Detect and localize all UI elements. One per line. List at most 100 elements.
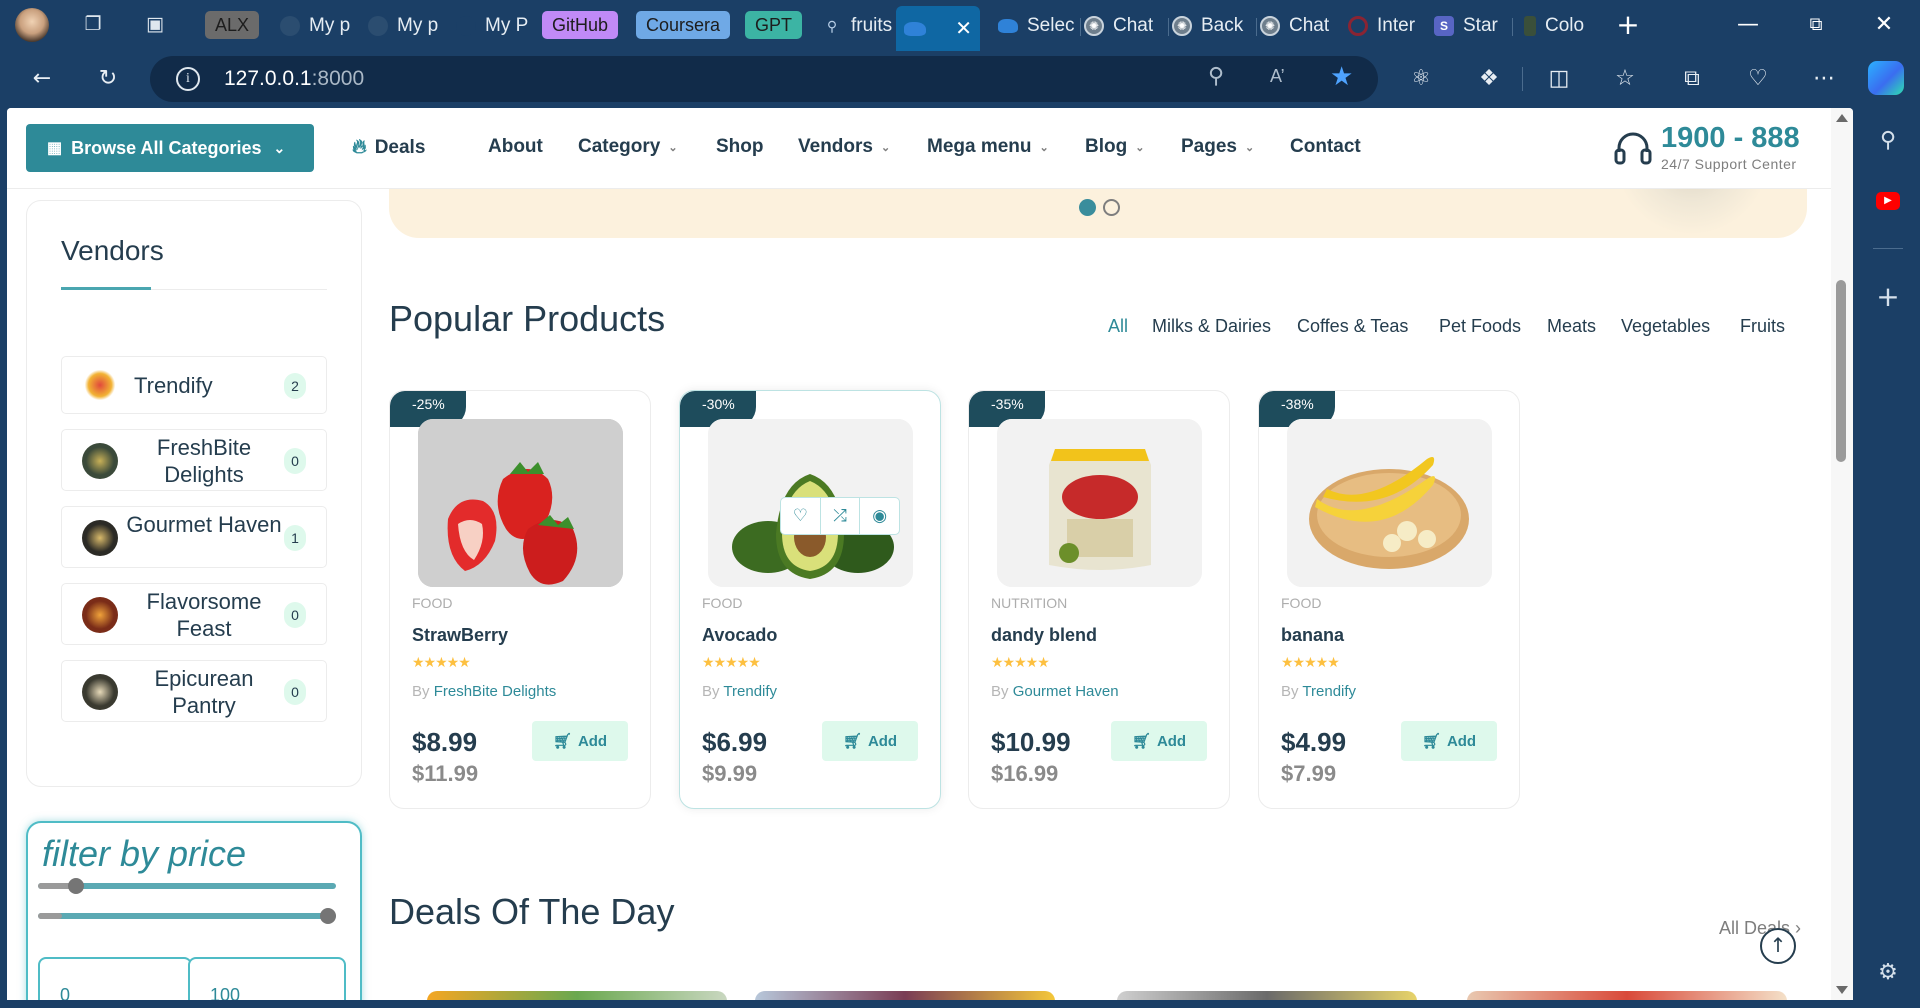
tab-actions-icon[interactable]: ▣ <box>142 11 168 37</box>
scroll-down-icon[interactable] <box>1836 986 1848 994</box>
youtube-icon[interactable]: ▶ <box>1876 192 1900 210</box>
add-to-cart-button[interactable]: 🛒︎ Add <box>1401 721 1497 761</box>
tab-my-p-2[interactable]: My p <box>360 6 448 46</box>
slider-dot-active[interactable] <box>1079 199 1096 216</box>
vendor-item-freshbite[interactable]: FreshBite Delights 0 <box>61 429 327 491</box>
read-aloud-icon[interactable]: A’ <box>1270 66 1285 87</box>
tab-coffes-teas[interactable]: Coffes & Teas <box>1297 316 1408 337</box>
slider-handle[interactable] <box>320 908 336 924</box>
menu-deals[interactable]: 🔥︎ Deals <box>352 136 425 159</box>
close-window-icon[interactable]: ✕ <box>1862 8 1906 42</box>
menu-pages[interactable]: Pages ⌄ <box>1181 136 1254 158</box>
collections-icon[interactable]: ⧉ <box>1677 64 1707 94</box>
site-info-icon[interactable]: i <box>176 67 200 91</box>
slider-dot[interactable] <box>1103 199 1120 216</box>
tab-chat-1[interactable]: ✺ Chat <box>1076 6 1162 46</box>
tab-all[interactable]: All <box>1108 316 1128 337</box>
vendor-item-gourmet[interactable]: Gourmet Haven 1 <box>61 506 327 568</box>
vendor-link[interactable]: Gourmet Haven <box>1013 683 1119 700</box>
tab-chat-2[interactable]: ✺ Chat <box>1252 6 1338 46</box>
new-tab-icon[interactable]: + <box>1606 8 1650 42</box>
tab-back[interactable]: ✺ Back <box>1164 6 1250 46</box>
menu-about[interactable]: About <box>488 136 543 158</box>
extensions-icon[interactable]: ❖ <box>1474 64 1504 94</box>
tab-pet-foods[interactable]: Pet Foods <box>1439 316 1521 337</box>
close-tab-icon[interactable]: ✕ <box>955 16 972 41</box>
vendor-item-epicurean[interactable]: Epicurean Pantry 0 <box>61 660 327 722</box>
product-image[interactable] <box>997 419 1202 587</box>
menu-blog[interactable]: Blog ⌄ <box>1085 136 1144 158</box>
tab-my-p-3[interactable]: My P <box>448 6 536 46</box>
slider-handle[interactable] <box>68 878 84 894</box>
product-card[interactable]: -38% FOOD banana ★★★★★ By Trendify $4.99… <box>1258 390 1520 809</box>
scroll-up-icon[interactable] <box>1836 114 1848 122</box>
browse-categories-button[interactable]: ▦ Browse All Categories ⌄ <box>26 124 314 172</box>
product-name[interactable]: banana <box>1281 625 1344 646</box>
vendor-link[interactable]: Trendify <box>723 683 777 700</box>
support-phone[interactable]: 1900 - 888 <box>1661 122 1800 155</box>
tab-group-coursera[interactable]: Coursera <box>636 11 731 39</box>
tab-fruits[interactable]: Fruits <box>1740 316 1785 337</box>
product-name[interactable]: StrawBerry <box>412 625 508 646</box>
tab-inter[interactable]: Inter <box>1340 6 1426 46</box>
product-card[interactable]: -25% FOOD StrawBerry ★★★★★ By FreshBite … <box>389 390 651 809</box>
add-to-cart-button[interactable]: 🛒︎ Add <box>1111 721 1207 761</box>
vendor-link[interactable]: FreshBite Delights <box>434 683 557 700</box>
menu-shop[interactable]: Shop <box>716 136 764 158</box>
profile-avatar[interactable] <box>15 8 49 42</box>
favorite-star-icon[interactable]: ★ <box>1330 62 1353 92</box>
add-to-cart-button[interactable]: 🛒︎ Add <box>532 721 628 761</box>
tab-selec[interactable]: Selec <box>990 6 1076 46</box>
wishlist-heart-icon[interactable]: ♡ <box>781 498 821 534</box>
react-devtools-icon[interactable]: ⚛ <box>1406 64 1436 94</box>
max-price-input[interactable]: 100 <box>188 957 346 1000</box>
scroll-thumb[interactable] <box>1836 280 1846 462</box>
page-scrollbar[interactable] <box>1831 108 1853 1000</box>
product-image[interactable] <box>418 419 623 587</box>
tab-star[interactable]: S Star <box>1426 6 1506 46</box>
product-image[interactable]: ♡ ⤮ ◉ <box>708 419 913 587</box>
tab-vegetables[interactable]: Vegetables <box>1621 316 1710 337</box>
product-name[interactable]: Avocado <box>702 625 777 646</box>
restore-icon[interactable]: ⧉ <box>1794 8 1838 42</box>
product-card[interactable]: -30% ♡ ⤮ ◉ FOOD Avocado ★★★★★ By Trendif… <box>679 390 941 809</box>
favorites-icon[interactable]: ☆ <box>1610 64 1640 94</box>
split-screen-icon[interactable]: ◫ <box>1544 64 1574 94</box>
quick-view-eye-icon[interactable]: ◉ <box>860 498 899 534</box>
scroll-to-top-button[interactable]: ↑ <box>1760 928 1796 964</box>
tab-active[interactable]: ✕ <box>896 6 980 51</box>
menu-vendors[interactable]: Vendors ⌄ <box>798 136 890 158</box>
tab-my-p-1[interactable]: My p <box>272 6 360 46</box>
product-image[interactable] <box>1287 419 1492 587</box>
product-card[interactable]: -35% NUTRITION dandy blend ★★★★★ By Gour… <box>968 390 1230 809</box>
refresh-icon[interactable]: ↻ <box>93 64 123 94</box>
min-price-input[interactable]: 0 <box>38 957 192 1000</box>
browser-essentials-icon[interactable]: ♡ <box>1743 64 1773 94</box>
menu-category[interactable]: Category ⌄ <box>578 136 678 158</box>
search-icon[interactable]: ⚲ <box>1875 128 1901 154</box>
settings-gear-icon[interactable]: ⚙ <box>1875 960 1901 986</box>
price-range-max-slider[interactable] <box>38 908 336 924</box>
copilot-icon[interactable] <box>1868 61 1904 95</box>
add-to-cart-button[interactable]: 🛒︎ Add <box>822 721 918 761</box>
menu-mega[interactable]: Mega menu ⌄ <box>927 136 1049 158</box>
product-name[interactable]: dandy blend <box>991 625 1097 646</box>
vendor-item-flavorsome[interactable]: Flavorsome Feast 0 <box>61 583 327 645</box>
menu-contact[interactable]: Contact <box>1290 136 1361 158</box>
tab-group-gpt[interactable]: GPT <box>745 11 803 39</box>
vendor-link[interactable]: Trendify <box>1302 683 1356 700</box>
tab-milks-dairies[interactable]: Milks & Dairies <box>1152 316 1271 337</box>
workspaces-icon[interactable]: ❐ <box>80 11 106 37</box>
tab-group-github[interactable]: GitHub <box>542 11 619 39</box>
back-icon[interactable]: ← <box>27 64 57 94</box>
tab-group-alx[interactable]: ALX <box>205 11 260 39</box>
price-range-min-slider[interactable] <box>38 878 336 894</box>
tab-fruits[interactable]: ⚲ fruits <box>814 6 896 46</box>
add-icon[interactable]: + <box>1875 283 1901 311</box>
tab-colo[interactable]: Colo <box>1516 6 1596 46</box>
zoom-icon[interactable]: ⚲ <box>1208 64 1224 89</box>
more-icon[interactable]: ⋯ <box>1809 64 1839 94</box>
compare-shuffle-icon[interactable]: ⤮ <box>821 498 861 534</box>
vendor-item-trendify[interactable]: Trendify 2 <box>61 356 327 414</box>
minimize-icon[interactable]: — <box>1726 8 1770 42</box>
